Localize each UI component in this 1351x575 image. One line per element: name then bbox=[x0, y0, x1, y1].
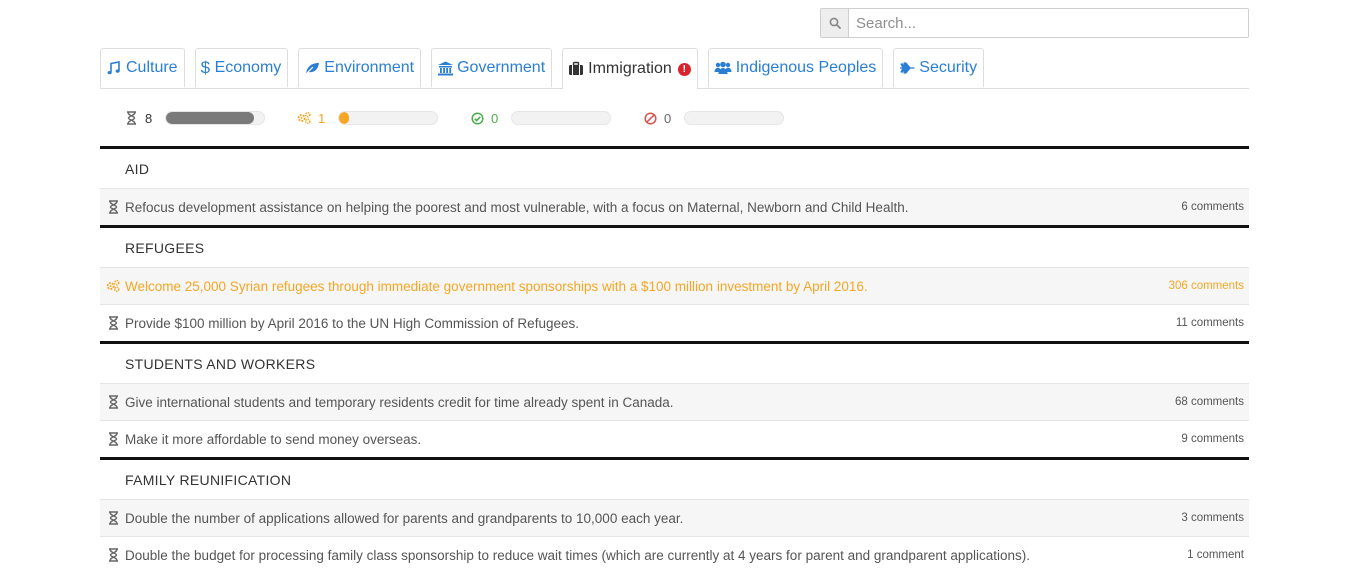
in-progress-progress-fill bbox=[339, 112, 349, 124]
in-progress-progress-bar bbox=[338, 111, 438, 125]
item-text: Make it more affordable to send money ov… bbox=[125, 431, 422, 447]
item-text: Welcome 25,000 Syrian refugees through i… bbox=[125, 278, 868, 294]
ban-icon bbox=[643, 111, 657, 125]
item-text: Provide $100 million by April 2016 to th… bbox=[125, 315, 579, 331]
plane-icon bbox=[899, 60, 915, 76]
status-summary: 8 1 0 0 bbox=[124, 108, 816, 128]
broken-progress-bar bbox=[684, 111, 784, 125]
tab-environment[interactable]: Environment bbox=[298, 48, 422, 87]
list-item[interactable]: Give international students and temporar… bbox=[100, 383, 1249, 420]
search-box bbox=[820, 8, 1249, 38]
in-progress-count: 1 bbox=[318, 110, 326, 126]
completed-count: 0 bbox=[491, 110, 499, 126]
category-tabs: Culture $ Economy Environment Government… bbox=[100, 48, 1249, 89]
alert-icon: ! bbox=[677, 62, 691, 76]
tab-label: Environment bbox=[324, 59, 415, 76]
section-family-reunification: FAMILY REUNIFICATION Double the number o… bbox=[100, 457, 1249, 573]
music-icon bbox=[106, 60, 122, 76]
hourglass-icon bbox=[106, 511, 120, 525]
hourglass-icon bbox=[106, 200, 120, 214]
section-title: AID bbox=[125, 160, 150, 177]
comments-link[interactable]: 6 comments bbox=[1181, 201, 1249, 213]
section-title: REFUGEES bbox=[125, 239, 205, 256]
tab-security[interactable]: Security bbox=[893, 48, 985, 87]
promise-list: AID Refocus development assistance on he… bbox=[100, 146, 1249, 573]
section-title: FAMILY REUNIFICATION bbox=[125, 471, 292, 488]
item-text: Double the budget for processing family … bbox=[125, 547, 1030, 563]
gears-icon bbox=[297, 111, 311, 125]
tab-label: Indigenous Peoples bbox=[735, 59, 877, 76]
list-item[interactable]: Double the budget for processing family … bbox=[100, 536, 1249, 573]
section-students-and-workers: STUDENTS AND WORKERS Give international … bbox=[100, 341, 1249, 457]
tab-immigration[interactable]: Immigration ! bbox=[562, 48, 698, 89]
comments-link[interactable]: 306 comments bbox=[1169, 280, 1249, 292]
pending-progress-bar bbox=[165, 111, 265, 125]
tab-label: Immigration bbox=[588, 60, 672, 77]
tab-economy[interactable]: $ Economy bbox=[194, 48, 289, 87]
dollar-icon: $ bbox=[200, 58, 211, 77]
item-text: Double the number of applications allowe… bbox=[125, 510, 684, 526]
list-item[interactable]: Refocus development assistance on helpin… bbox=[100, 188, 1249, 225]
stat-pending: 8 bbox=[124, 111, 265, 126]
hourglass-icon bbox=[124, 111, 138, 125]
list-item[interactable]: Make it more affordable to send money ov… bbox=[100, 420, 1249, 457]
section-refugees: REFUGEES Welcome 25,000 Syrian refugees … bbox=[100, 225, 1249, 341]
hourglass-icon bbox=[106, 432, 120, 446]
pending-count: 8 bbox=[145, 110, 153, 126]
list-item[interactable]: Welcome 25,000 Syrian refugees through i… bbox=[100, 267, 1249, 304]
comments-link[interactable]: 1 comment bbox=[1187, 549, 1249, 561]
tab-culture[interactable]: Culture bbox=[100, 48, 185, 87]
broken-count: 0 bbox=[664, 110, 672, 126]
bank-icon bbox=[437, 60, 454, 76]
search-icon bbox=[821, 9, 849, 37]
section-title: STUDENTS AND WORKERS bbox=[125, 355, 316, 372]
tab-label: Security bbox=[919, 59, 978, 76]
stat-completed: 0 bbox=[470, 111, 611, 126]
leaf-icon bbox=[304, 60, 320, 76]
stat-broken: 0 bbox=[643, 111, 784, 126]
section-aid: AID Refocus development assistance on he… bbox=[100, 146, 1249, 225]
briefcase-icon bbox=[568, 61, 584, 77]
comments-link[interactable]: 11 comments bbox=[1176, 317, 1249, 329]
check-circle-icon bbox=[470, 111, 484, 125]
list-item[interactable]: Double the number of applications allowe… bbox=[100, 499, 1249, 536]
list-item[interactable]: Provide $100 million by April 2016 to th… bbox=[100, 304, 1249, 341]
item-text: Refocus development assistance on helpin… bbox=[125, 199, 909, 215]
hourglass-icon bbox=[106, 316, 120, 330]
comments-link[interactable]: 68 comments bbox=[1175, 396, 1249, 408]
search-input[interactable] bbox=[849, 9, 1248, 37]
item-text: Give international students and temporar… bbox=[125, 394, 674, 410]
completed-progress-bar bbox=[511, 111, 611, 125]
pending-progress-fill bbox=[166, 112, 255, 124]
tab-label: Government bbox=[457, 59, 546, 76]
tab-label: Economy bbox=[214, 59, 282, 76]
users-icon bbox=[714, 60, 732, 76]
tab-indigenous-peoples[interactable]: Indigenous Peoples bbox=[707, 48, 884, 87]
tab-label: Culture bbox=[126, 59, 178, 76]
comments-link[interactable]: 9 comments bbox=[1181, 433, 1249, 445]
hourglass-icon bbox=[106, 548, 120, 562]
hourglass-icon bbox=[106, 395, 120, 409]
stat-in-progress: 1 bbox=[297, 111, 438, 126]
tab-government[interactable]: Government bbox=[431, 48, 553, 87]
gears-icon bbox=[106, 279, 120, 293]
comments-link[interactable]: 3 comments bbox=[1181, 512, 1249, 524]
